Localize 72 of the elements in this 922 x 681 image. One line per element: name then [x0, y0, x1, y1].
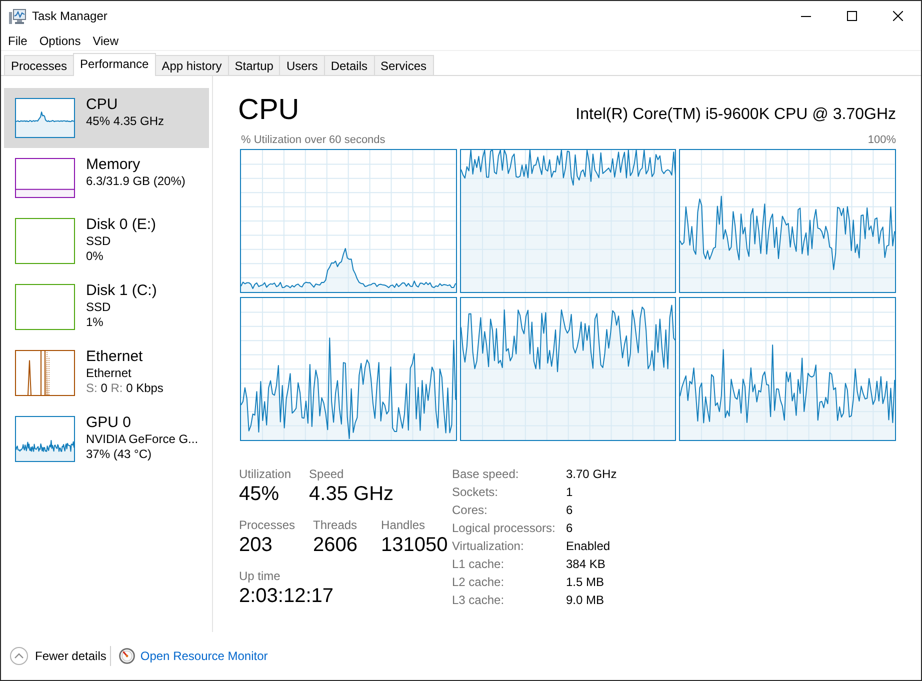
tab[interactable]: Details [324, 55, 374, 75]
stat-label: Threads [313, 517, 358, 533]
tab[interactable]: Startup [228, 55, 280, 75]
spec-value: 3.70 GHz [566, 466, 617, 483]
chevron-up-icon [10, 647, 28, 665]
device-detail: 37% (43 °C) [86, 447, 152, 462]
stat-label: Up time [239, 568, 280, 584]
sidebar-item[interactable]: Ethernet Ethernet S: 0 R: 0 Kbps [4, 340, 209, 406]
stat-label: Speed [309, 466, 344, 482]
spec-label: Logical processors: [452, 520, 556, 537]
maximize-icon [847, 11, 857, 21]
sidebar-item[interactable]: GPU 0 NVIDIA GeForce G... 37% (43 °C) [4, 406, 209, 472]
tab[interactable]: Performance [73, 53, 156, 76]
stat-label: Processes [239, 517, 296, 533]
menu-item[interactable]: File [2, 31, 34, 50]
sidebar-item[interactable]: Memory 6.3/31.9 GB (20%) [4, 148, 209, 208]
gauge-icon[interactable] [119, 648, 136, 664]
spec-label: L1 cache: [452, 556, 504, 573]
spec-value: 384 KB [566, 556, 606, 573]
tab[interactable]: App history [154, 55, 229, 75]
device-detail: SSD [86, 234, 111, 249]
monitor-chart-icon [9, 8, 26, 24]
stat-value: 4.35 GHz [309, 482, 394, 506]
menu-item[interactable]: Options [33, 31, 87, 50]
device-name: Disk 1 (C:) [86, 281, 157, 300]
sidebar-item[interactable]: Disk 0 (E:) SSD 0% [4, 208, 209, 274]
spec-value: 1 [566, 484, 573, 501]
stat-label: Utilization [239, 466, 292, 482]
stat-value: 45% [239, 482, 280, 506]
spec-label: Base speed: [452, 466, 519, 483]
spec-value: Enabled [566, 538, 610, 555]
device-name: Memory [86, 155, 140, 174]
tab[interactable]: Processes [4, 55, 74, 75]
spec-label: L3 cache: [452, 592, 504, 609]
sidebar-item[interactable]: Disk 1 (C:) SSD 1% [4, 274, 209, 340]
processor-model: Intel(R) Core(TM) i5-9600K CPU @ 3.70GHz [576, 105, 896, 125]
stat-label: Handles [381, 517, 426, 533]
device-detail: NVIDIA GeForce G... [86, 432, 198, 447]
network-throughput: S: 0 R: 0 Kbps [86, 381, 164, 396]
stat-value: 2606 [313, 533, 358, 557]
device-detail: 0% [86, 249, 104, 264]
spec-label: Virtualization: [452, 538, 524, 555]
device-name: GPU 0 [86, 413, 132, 432]
stat-value: 2:03:12:17 [239, 584, 334, 608]
tab[interactable]: Services [374, 55, 434, 75]
window-title: Task Manager [32, 9, 108, 23]
open-resource-monitor-link[interactable]: Open Resource Monitor [140, 649, 268, 663]
graph-caption: % Utilization over 60 seconds [241, 133, 386, 147]
panel-title: CPU [238, 93, 300, 127]
spec-value: 9.0 MB [566, 592, 604, 609]
device-detail: 1% [86, 315, 104, 330]
tab[interactable]: Users [279, 55, 325, 75]
device-name: CPU [86, 95, 118, 114]
graph-max-label: 100% [868, 133, 896, 147]
fewer-details-button[interactable]: Fewer details [10, 647, 106, 665]
device-detail: 6.3/31.9 GB (20%) [86, 174, 186, 189]
spec-value: 1.5 MB [566, 574, 604, 591]
spec-label: L2 cache: [452, 574, 504, 591]
spec-label: Cores: [452, 502, 488, 519]
stat-value: 203 [239, 533, 272, 557]
spec-value: 6 [566, 502, 573, 519]
spec-value: 6 [566, 520, 573, 537]
stat-value: 131050 [381, 533, 448, 557]
sidebar-item[interactable]: CPU 45% 4.35 GHz [4, 88, 209, 148]
spec-label: Sockets: [452, 484, 498, 501]
device-name: Ethernet [86, 347, 143, 366]
device-name: Disk 0 (E:) [86, 215, 156, 234]
close-icon [893, 11, 903, 21]
device-detail: Ethernet [86, 366, 132, 381]
device-detail: SSD [86, 300, 111, 315]
device-detail: 45% 4.35 GHz [86, 114, 164, 129]
menu-item[interactable]: View [86, 31, 124, 50]
